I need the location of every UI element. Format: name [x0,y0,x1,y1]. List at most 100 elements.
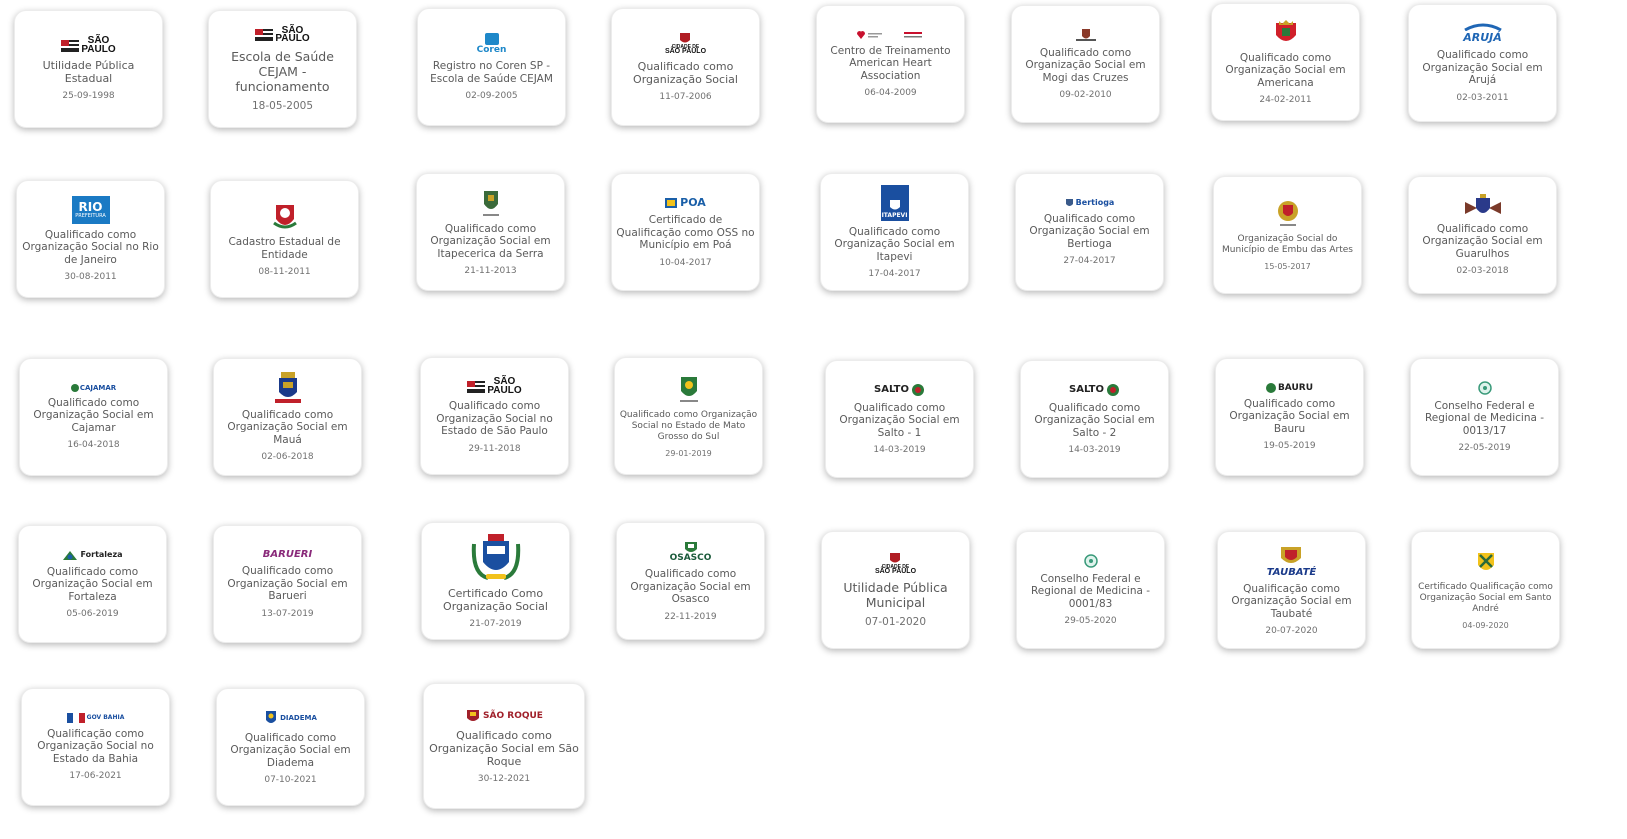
cremesp-seal-icon [1477,381,1492,395]
certificate-card[interactable]: Qualificado como Organização Social em G… [1408,176,1557,294]
certificate-date: 30-12-2021 [477,774,531,784]
certificate-card[interactable]: SÃO PAULO Utilidade Pública Estadual 25-0… [14,10,163,128]
certificate-title: Utilidade Pública Estadual [42,59,135,85]
certificate-date: 29-01-2019 [665,448,712,458]
certificate-card[interactable]: Conselho Federal e Regional de Medicina … [1410,358,1559,476]
bertioga-logo: Bertioga [1065,198,1114,208]
sao-roque-logo: SÃO ROQUE [465,708,543,724]
certificate-card[interactable]: Certificado Como Organização Social 21-0… [421,522,570,640]
certificate-date: 08-11-2011 [258,267,311,277]
certificate-card[interactable]: Qualificado como Organização Social em M… [213,358,362,476]
certificate-title: Certificado de Qualificação como OSS no … [616,214,755,252]
aruja-logo: ARUJÁ [1463,23,1503,44]
certificate-card[interactable]: CAJAMAR Qualificado como Organização Soc… [19,358,168,476]
americana-crest-icon [1273,19,1299,47]
certificate-date: 11-07-2006 [659,92,712,103]
certificate-title: Certificado Como Organização Social [443,586,548,613]
certificate-title: Qualificado como Organização Social em B… [1029,212,1150,250]
certificate-card[interactable]: SALTO Qualificado como Organização Socia… [825,360,974,478]
cidade-sao-paulo-crest-icon: CIDADE DE SÃO PAULO [665,32,706,55]
certificate-date: 15-05-2017 [1264,262,1311,271]
certificate-date: 06-04-2009 [864,88,917,99]
certificate-card[interactable]: RIO PREFEITURA Qualificado como Organiza… [16,180,165,298]
certificate-title: Qualificado como Organização Social em G… [1422,222,1543,260]
certificate-date: 21-07-2019 [469,618,522,629]
certificate-date: 22-11-2019 [664,611,717,622]
certificate-title: Organização Social do Município de Embu … [1222,234,1353,255]
certificate-date: 09-02-2010 [1059,90,1112,101]
certificate-date: 20-07-2020 [1265,626,1318,637]
certificate-card[interactable]: TAUBATÉ Qualificação como Organização So… [1217,531,1366,649]
certificate-card[interactable]: Certificado Qualificação como Organizaçã… [1411,531,1560,649]
certificate-card[interactable]: Centro de Treinamento American Heart Ass… [816,5,965,123]
certificate-card[interactable]: SÃO ROQUE Qualificado como Organização S… [423,683,585,809]
embu-das-artes-crest-icon [1276,199,1300,229]
certificate-date: 29-11-2018 [468,443,521,454]
certificate-title: Qualificado como Organização Social em S… [839,401,960,439]
santo-andre-crest-icon [1476,551,1496,577]
certificate-card[interactable]: POA Certificado de Qualificação como OSS… [611,173,760,291]
certificate-card[interactable]: Qualificado como Organização Social no E… [614,357,763,475]
certificate-title: Qualificação como Organização Social em … [1231,582,1352,620]
certificate-title: Qualificado como Organização Social em M… [227,408,348,446]
maua-crest-icon [273,371,303,404]
certificate-card[interactable]: SÃO PAULO Qualificado como Organização So… [420,357,569,475]
certificate-title: Qualificado como Organização Social em I… [834,225,955,263]
certificate-card[interactable]: CIDADE DE SÃO PAULO Qualificado como Org… [611,8,760,126]
certificate-card[interactable]: Qualificado como Organização Social em A… [1211,3,1360,121]
certificate-card[interactable]: CIDADE DE SÃO PAULO Utilidade Pública Mu… [821,531,970,649]
certificate-title: Qualificado como Organização Social no E… [436,400,553,438]
certificate-date: 02-03-2018 [1456,266,1509,277]
barueri-logo: BARUERI [262,549,313,561]
certificate-date: 13-07-2019 [261,608,314,619]
mato-grosso-do-sul-crest-icon [677,375,701,405]
certificate-date: 02-09-2005 [465,91,518,101]
certificate-card[interactable]: Coren Registro no Coren SP - Escola de S… [417,8,566,126]
certificate-card[interactable]: GOV BAHIA Qualificação como Organização … [21,688,170,806]
diadema-logo: DIADEMA [264,709,317,727]
certificate-title: Qualificado como Organização Social em I… [430,222,551,260]
certificate-title: Qualificado como Organização Social em A… [1225,51,1346,89]
american-heart-association-logo [856,30,926,40]
certificate-card[interactable]: ITAPEVI Qualificado como Organização Soc… [820,173,969,291]
certificate-title: Qualificação como Organização Social no … [37,727,154,765]
certificate-card[interactable]: Conselho Federal e Regional de Medicina … [1016,531,1165,649]
certificate-title: Conselho Federal e Regional de Medicina … [1424,399,1545,437]
certificate-title: Qualificado como Organização Social em B… [227,565,348,603]
cremesp-seal-icon [1083,554,1098,568]
certificate-card[interactable]: Organização Social do Município de Embu … [1213,176,1362,294]
certificate-date: 07-01-2020 [864,616,927,629]
certificate-card[interactable]: SÃO PAULO Escola de Saúde CEJAM - funcion… [208,10,357,128]
cidade-sao-paulo-crest-icon: CIDADE DE SÃO PAULO [875,552,916,575]
certificate-date: 14-03-2019 [873,445,926,456]
certificate-title: Cadastro Estadual de Entidade [228,236,341,261]
certificate-date: 05-06-2019 [66,609,119,620]
certificate-date: 02-06-2018 [261,452,314,463]
certificate-title: Qualificado como Organização Social em M… [1025,46,1146,84]
mogi-das-cruzes-crest-icon [1074,28,1098,42]
certificate-title: Qualificado como Organização Social no E… [619,409,758,442]
certificate-card[interactable]: Fortaleza Qualificado como Organização S… [18,525,167,643]
certificate-card[interactable]: BAURU Qualificado como Organização Socia… [1215,358,1364,476]
certificate-card[interactable]: DIADEMA Qualificado como Organização Soc… [216,688,365,806]
taubate-logo: TAUBATÉ [1267,544,1316,578]
certificate-card[interactable]: Cadastro Estadual de Entidade 08-11-2011 [210,180,359,298]
salto-logo: SALTO [1069,383,1120,397]
certificate-card[interactable]: SALTO Qualificado como Organização Socia… [1020,360,1169,478]
certificate-title: Qualificado como Organização Social em S… [429,729,579,768]
certificate-card[interactable]: Bertioga Qualificado como Organização So… [1015,173,1164,291]
osasco-logo: OSASCO [670,540,711,563]
certificate-card[interactable]: Qualificado como Organização Social em I… [416,173,565,291]
certificate-title: Centro de Treinamento American Heart Ass… [830,44,951,82]
certificate-card[interactable]: Qualificado como Organização Social em M… [1011,5,1160,123]
certificate-title: Qualificado como Organização Social [633,60,738,87]
certificate-title: Qualificado como Organização Social em A… [1422,49,1543,87]
cajamar-logo: CAJAMAR [70,383,116,392]
certificate-card[interactable]: ARUJÁ Qualificado como Organização Socia… [1408,4,1557,122]
certificate-card[interactable]: OSASCO Qualificado como Organização Soci… [616,522,765,640]
certificate-title: Certificado Qualificação como Organizaçã… [1418,581,1553,614]
certificate-date: 07-10-2021 [264,775,317,786]
sao-paulo-state-logo: SÃO PAULO [255,25,310,44]
salto-logo: SALTO [874,383,925,397]
certificate-card[interactable]: BARUERI Qualificado como Organização Soc… [213,525,362,643]
